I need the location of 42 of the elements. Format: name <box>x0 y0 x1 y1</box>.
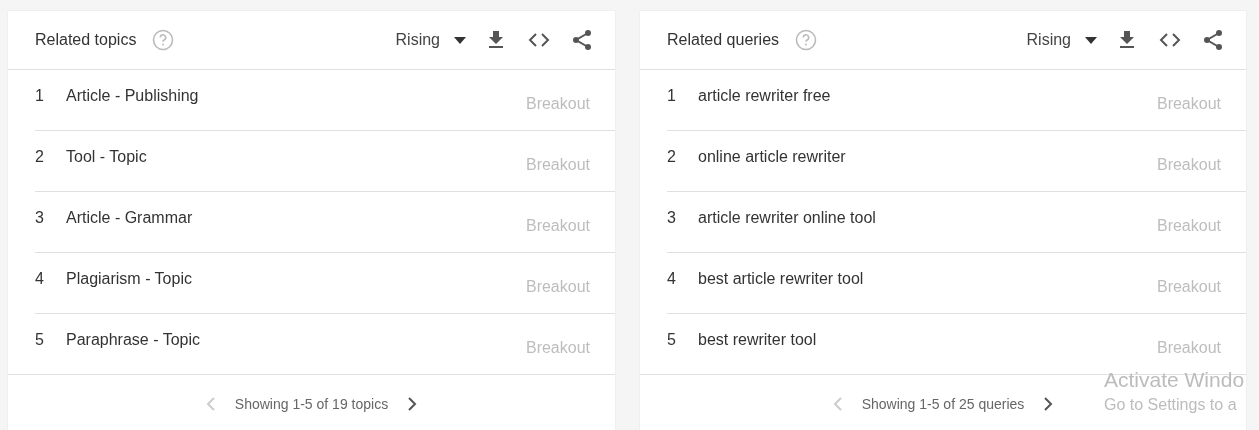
value-text: Breakout <box>525 278 590 296</box>
rank-number: 4 <box>667 270 677 288</box>
panel-title: Related queries <box>667 31 780 49</box>
value-text: Breakout <box>525 339 590 357</box>
share-icon[interactable] <box>1201 28 1225 52</box>
row-label[interactable]: Tool - Topic <box>66 148 147 165</box>
rank-number: 1 <box>35 87 45 105</box>
rank-number: 5 <box>667 331 677 349</box>
share-icon[interactable] <box>570 28 594 52</box>
value-text: Breakout <box>525 95 590 113</box>
value-text: Breakout <box>525 217 590 235</box>
pager-text: Showing 1-5 of 19 topics <box>234 396 389 412</box>
value-text: Breakout <box>1156 95 1221 113</box>
row-label[interactable]: online article rewriter <box>698 148 846 165</box>
pager-text: Showing 1-5 of 25 queries <box>861 396 1025 412</box>
sort-dropdown[interactable]: Rising <box>395 31 466 49</box>
activation-subtitle: Go to Settings to a <box>1104 396 1238 414</box>
rank-number: 1 <box>667 87 677 105</box>
rank-number: 2 <box>35 148 45 166</box>
rank-number: 3 <box>667 209 677 227</box>
row-label[interactable]: Paraphrase - Topic <box>66 331 200 348</box>
row-label[interactable]: article rewriter online tool <box>698 209 876 226</box>
activation-title: Activate Windo <box>1104 368 1245 392</box>
rank-number: 2 <box>667 148 677 166</box>
rank-number: 5 <box>35 331 45 349</box>
row-label[interactable]: article rewriter free <box>698 87 831 104</box>
row-label[interactable]: best rewriter tool <box>698 331 817 348</box>
value-text: Breakout <box>525 156 590 174</box>
row-label[interactable]: Plagiarism - Topic <box>66 270 192 287</box>
caret-icon <box>1085 36 1097 44</box>
panel-title: Related topics <box>35 31 137 49</box>
value-text: Breakout <box>1156 156 1221 174</box>
value-text: Breakout <box>1156 217 1221 235</box>
rank-number: 3 <box>35 209 45 227</box>
caret-icon <box>454 36 466 44</box>
row-label[interactable]: best article rewriter tool <box>698 270 864 287</box>
sort-dropdown[interactable]: Rising <box>1026 31 1097 49</box>
rank-number: 4 <box>35 270 45 288</box>
value-text: Breakout <box>1156 339 1221 357</box>
row-label[interactable]: Article - Grammar <box>66 209 193 226</box>
row-label[interactable]: Article - Publishing <box>66 87 199 104</box>
value-text: Breakout <box>1156 278 1221 296</box>
